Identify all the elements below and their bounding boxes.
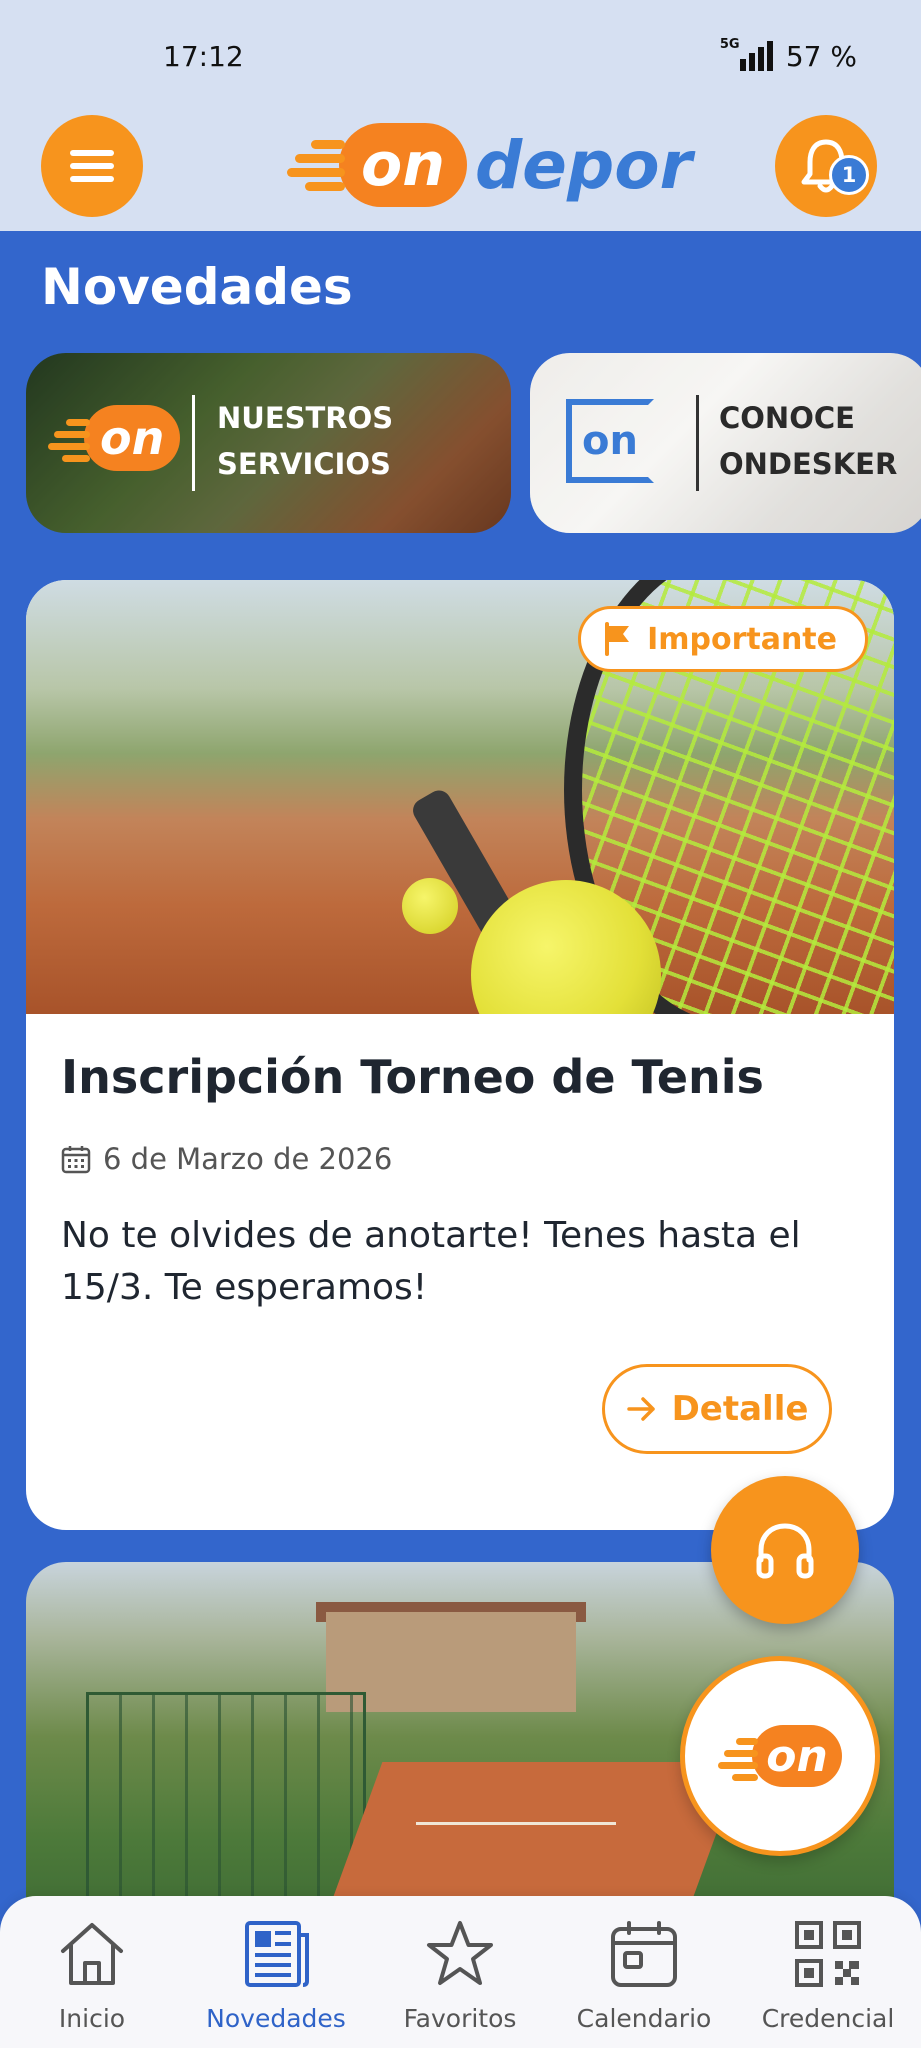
brand-logo: on depor	[285, 115, 692, 215]
calendar-small-icon	[61, 1146, 91, 1174]
news-body: No te olvides de anotarte! Tenes hasta e…	[61, 1215, 801, 1308]
battery-percent: 57 %	[785, 40, 857, 73]
news-card[interactable]: Importante Inscripción Torneo de Tenis 6…	[26, 580, 894, 1530]
notifications-button[interactable]: 1	[775, 115, 877, 217]
banner-ondesker-text: CONOCE ONDESKER	[719, 395, 897, 487]
nav-item-calendario[interactable]: Calendario	[552, 1896, 736, 2048]
banner-services-text: NUESTROS SERVICIOS	[217, 395, 393, 487]
calendar-icon	[604, 1914, 684, 1994]
speed-lines-icon	[48, 411, 90, 465]
app-header: on depor 1	[0, 115, 921, 231]
page-title: Novedades	[41, 258, 353, 316]
network-type: 5G	[719, 36, 740, 52]
banner-divider	[696, 395, 699, 491]
qr-code-icon	[788, 1914, 868, 1994]
speed-lines-icon	[285, 130, 345, 200]
headphones-icon	[756, 1523, 814, 1579]
important-tag: Importante	[578, 606, 868, 672]
status-indicators: 5G 57 %	[718, 37, 857, 74]
banner-ondesker-line1: CONOCE	[719, 401, 855, 435]
nav-item-credencial[interactable]: Credencial	[736, 1896, 920, 2048]
banner-services-line2: SERVICIOS	[217, 447, 391, 481]
status-bar: 17:12 5G 57 %	[0, 0, 921, 115]
status-time: 17:12	[163, 40, 244, 73]
detail-button[interactable]: Detalle	[602, 1364, 832, 1454]
signal-icon: 5G	[718, 37, 773, 73]
banner-divider	[192, 395, 195, 491]
nav-item-inicio[interactable]: Inicio	[0, 1896, 184, 2048]
banner-services-line1: NUESTROS	[217, 401, 394, 435]
support-button[interactable]	[711, 1476, 859, 1624]
arrow-right-icon	[626, 1397, 655, 1421]
news-date-row: 6 de Marzo de 2026	[61, 1142, 392, 1176]
detail-label: Detalle	[671, 1389, 809, 1429]
nav-item-favoritos[interactable]: Favoritos	[368, 1896, 552, 2048]
hamburger-icon	[70, 143, 114, 189]
nav-label-inicio: Inicio	[58, 2004, 126, 2033]
nav-label-calendario: Calendario	[576, 2004, 712, 2033]
star-icon	[420, 1914, 500, 1994]
menu-button[interactable]	[41, 115, 143, 217]
home-icon	[52, 1914, 132, 1994]
news-title: Inscripción Torneo de Tenis	[61, 1050, 764, 1104]
ondesk-logo: on	[566, 399, 654, 483]
nav-item-novedades[interactable]: Novedades	[184, 1896, 368, 2048]
newspaper-icon	[236, 1914, 316, 1994]
bottom-nav: Inicio Novedades Favoritos Calendario Cr…	[0, 1896, 921, 2048]
banner-ondesker-line2: ONDESKER	[719, 447, 898, 481]
ondepor-fab-button[interactable]: on	[680, 1656, 880, 1856]
news-date: 6 de Marzo de 2026	[103, 1142, 393, 1176]
brand-on: on	[339, 123, 467, 207]
banner-on-text: on	[84, 405, 181, 471]
nav-label-novedades: Novedades	[206, 2004, 346, 2033]
speed-lines-icon	[718, 1730, 759, 1782]
nav-label-favoritos: Favoritos	[403, 2004, 517, 2033]
flag-icon	[605, 622, 630, 656]
nav-label-credencial: Credencial	[761, 2004, 895, 2033]
brand-word: depor	[474, 126, 693, 204]
fab-on-text: on	[752, 1725, 842, 1787]
banner-ondesker[interactable]: on CONOCE ONDESKER	[530, 353, 921, 533]
banner-services[interactable]: on NUESTROS SERVICIOS	[26, 353, 511, 533]
tag-label: Importante	[647, 621, 837, 657]
banner-on-logo: on	[48, 405, 181, 471]
notification-badge: 1	[829, 155, 869, 195]
